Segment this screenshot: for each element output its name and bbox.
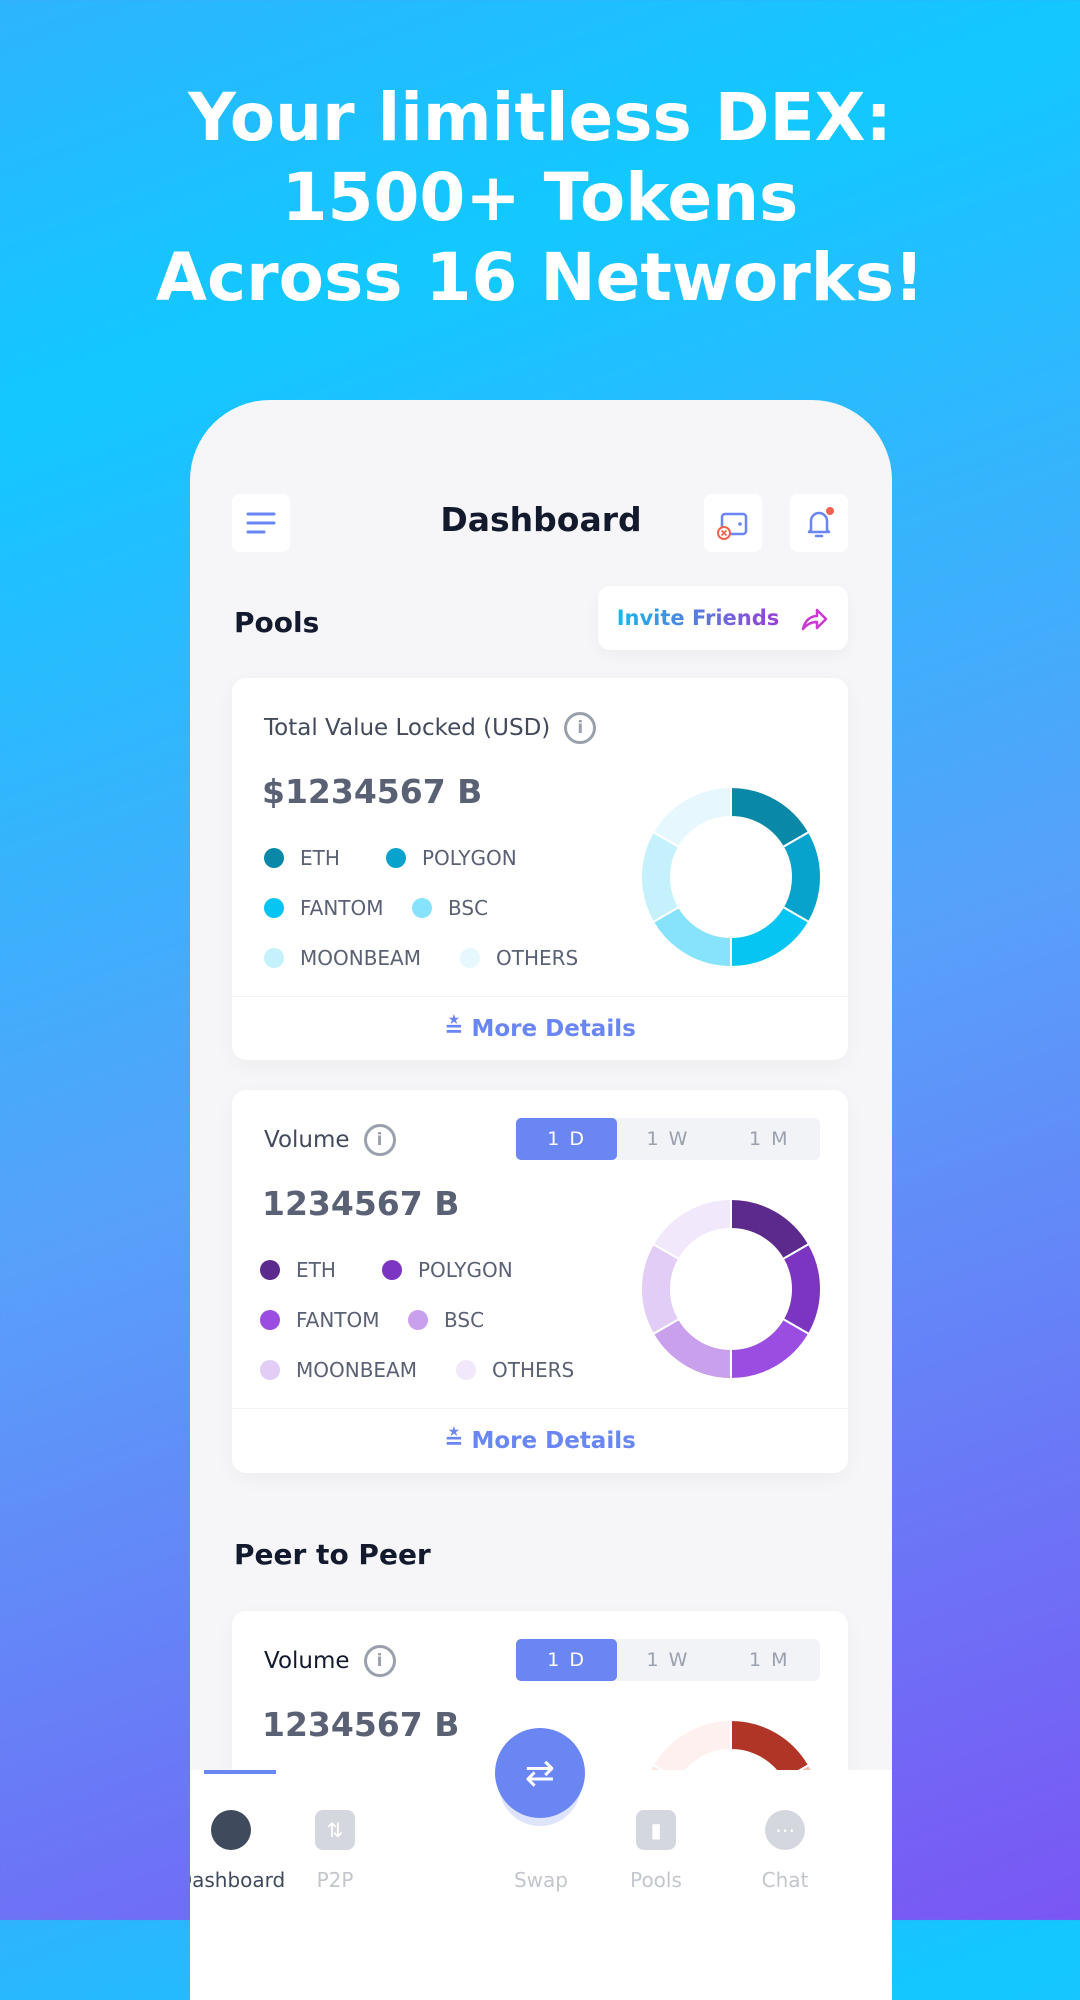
legend-label: POLYGON (418, 1258, 513, 1282)
legend-swatch (386, 848, 406, 868)
headline: Your limitless DEX: 1500+ Tokens Across … (155, 79, 925, 316)
tvl-title: Total Value Locked (USD) (264, 715, 551, 741)
donut-segment (730, 1317, 811, 1381)
page-title: Dashboard (440, 500, 642, 539)
donut-segment (651, 1197, 732, 1261)
legend-item: OTHERS (456, 1358, 574, 1382)
period-1w[interactable]: 1 W (617, 1639, 718, 1681)
legend-swatch (412, 898, 432, 918)
legend-swatch (264, 898, 284, 918)
p2p-arrows-icon: ⇅ (315, 1810, 355, 1850)
volume-card: Volume i 1 D 1 W 1 M 1234567 B ETH POLYGON… (232, 1090, 848, 1473)
donut-segment (640, 1242, 681, 1336)
active-tab-indicator (204, 1770, 276, 1774)
legend-item: FANTOM (260, 1308, 380, 1332)
legend-swatch (408, 1310, 428, 1330)
chevrons-down-icon: ≛ (444, 1427, 464, 1454)
tvl-more-details-button[interactable]: ≛ More Details (232, 996, 848, 1060)
legend-swatch (264, 948, 284, 968)
p2p-volume-title: Volume (264, 1648, 350, 1674)
swap-button[interactable]: ⇄ (495, 1728, 585, 1818)
legend-swatch (260, 1260, 280, 1280)
donut-segment (640, 830, 681, 924)
legend-label: MOONBEAM (300, 946, 421, 970)
legend-item: ETH (260, 1258, 336, 1282)
legend-swatch (460, 948, 480, 968)
tvl-value: $1234567 B (262, 772, 483, 811)
legend-label: BSC (448, 896, 489, 920)
period-1m[interactable]: 1 M (719, 1639, 820, 1681)
donut-segment (781, 1242, 822, 1336)
legend-item: BSC (408, 1308, 484, 1332)
legend-item: POLYGON (382, 1258, 513, 1282)
legend-item: ETH (264, 846, 340, 870)
legend-label: POLYGON (422, 846, 517, 870)
legend-swatch (456, 1360, 476, 1380)
legend-swatch (260, 1310, 280, 1330)
nav-pools[interactable]: ▮ Pools (601, 1810, 711, 1892)
nav-swap[interactable]: Swap (486, 1810, 596, 1892)
bar-chart-icon: ▮ (636, 1810, 676, 1850)
nav-chat[interactable]: ⋯ Chat (730, 1810, 840, 1892)
wallet-disconnected-icon (717, 512, 748, 540)
legend-label: FANTOM (300, 896, 384, 920)
period-1d[interactable]: 1 D (516, 1639, 618, 1681)
period-1d[interactable]: 1 D (516, 1118, 618, 1160)
legend-swatch (264, 848, 284, 868)
chevrons-down-icon: ≛ (444, 1015, 464, 1042)
donut-segment (730, 905, 811, 969)
bell-icon (807, 507, 834, 538)
p2p-period-selector: 1 D 1 W 1 M (516, 1639, 820, 1681)
legend-item: MOONBEAM (264, 946, 421, 970)
notification-dot (826, 507, 834, 515)
legend-label: ETH (300, 846, 340, 870)
swap-arrows-icon: ⇄ (524, 1752, 556, 1794)
legend-swatch (382, 1260, 402, 1280)
phone-screen: Dashboard Pools Invite Friends Total Val… (190, 400, 892, 2000)
legend-label: MOONBEAM (296, 1358, 417, 1382)
nav-p2p[interactable]: ⇅ P2P (280, 1810, 390, 1892)
legend-label: FANTOM (296, 1308, 380, 1332)
legend-label: ETH (296, 1258, 336, 1282)
volume-period-selector: 1 D 1 W 1 M (516, 1118, 820, 1160)
donut-segment (651, 785, 732, 849)
legend-item: OTHERS (460, 946, 578, 970)
info-icon[interactable]: i (363, 1645, 396, 1677)
volume-more-details-button[interactable]: ≛ More Details (232, 1408, 848, 1472)
tvl-card: Total Value Locked (USD) i $1234567 B ETH… (232, 678, 848, 1060)
share-arrow-icon (802, 608, 828, 631)
legend-label: OTHERS (492, 1358, 575, 1382)
nav-dashboard[interactable]: Dashboard (190, 1810, 286, 1892)
legend-item: FANTOM (264, 896, 384, 920)
period-1m[interactable]: 1 M (719, 1118, 820, 1160)
volume-title: Volume (264, 1127, 350, 1153)
p2p-volume-value: 1234567 B (262, 1705, 460, 1744)
legend-item: BSC (412, 896, 488, 920)
legend-label: OTHERS (496, 946, 579, 970)
info-icon[interactable]: i (564, 712, 597, 744)
dashboard-icon (211, 1810, 251, 1850)
legend-label: BSC (444, 1308, 485, 1332)
legend-item: POLYGON (386, 846, 517, 870)
legend-item: MOONBEAM (260, 1358, 417, 1382)
pools-title: Pools (234, 606, 320, 639)
invite-friends-button[interactable]: Invite Friends (598, 586, 848, 650)
info-icon[interactable]: i (363, 1124, 396, 1156)
period-1w[interactable]: 1 W (617, 1118, 718, 1160)
chat-bubble-icon: ⋯ (765, 1810, 805, 1850)
volume-value: 1234567 B (262, 1184, 460, 1223)
p2p-title: Peer to Peer (234, 1538, 431, 1571)
legend-swatch (260, 1360, 280, 1380)
volume-donut-chart (640, 1197, 822, 1381)
notifications-button[interactable] (790, 494, 848, 552)
donut-segment (781, 830, 822, 924)
wallet-button[interactable] (704, 494, 762, 552)
tvl-donut-chart (640, 785, 822, 969)
